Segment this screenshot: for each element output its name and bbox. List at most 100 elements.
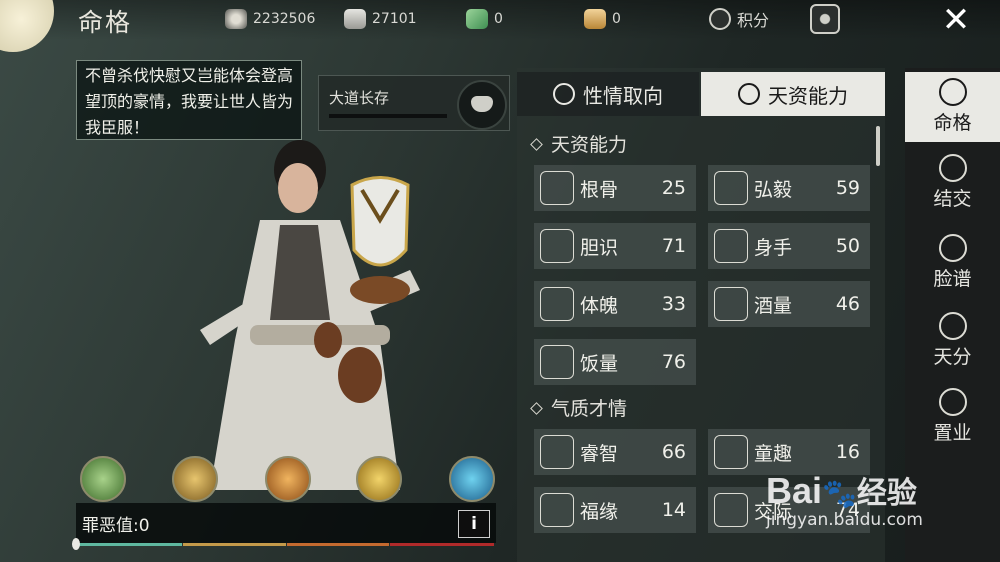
moon-decoration [0, 0, 54, 52]
resource-coins-value: 2232506 [253, 11, 316, 27]
section-title-temperament: 气质才情 [530, 394, 627, 421]
crescent-icon [540, 493, 574, 527]
attribute-value: 66 [661, 441, 686, 463]
attribute-value: 14 [661, 499, 686, 521]
sin-bar-segment-2 [183, 543, 286, 546]
attribute-name: 胆识 [580, 236, 619, 259]
attribute-card[interactable]: 胆识 71 [534, 223, 696, 269]
attribute-name: 体魄 [580, 294, 619, 317]
mask-icon [457, 80, 507, 130]
attribute-value: 33 [661, 293, 686, 315]
shield-icon [709, 8, 731, 30]
attribute-card[interactable]: 福缘 14 [534, 487, 696, 533]
demon-mask-icon [540, 229, 574, 263]
watermark-url: jingyan.baidu.com [766, 510, 923, 530]
attribute-name: 身手 [754, 236, 793, 259]
baidu-watermark: Bai🐾经验 jingyan.baidu.com [766, 468, 980, 544]
bone-icon [540, 171, 574, 205]
sidebar-item-label: 结交 [933, 188, 972, 210]
attribute-value: 71 [661, 235, 686, 257]
tab-temperament-label: 性情取向 [583, 83, 663, 108]
attribute-card[interactable]: 弘毅 59 [708, 165, 870, 211]
attribute-name: 弘毅 [754, 178, 793, 201]
diamond-icon [530, 402, 543, 415]
character-speech: 不曾杀伐快慰又岂能体会登高望顶的豪情，我要让世人皆为我臣服！ [76, 60, 302, 140]
tab-temperament[interactable]: 性情取向 [517, 72, 699, 116]
sin-label: 罪恶值:0 [82, 511, 150, 536]
watermark-brand2: 经验 [856, 477, 917, 510]
section-title-aptitude-text: 天资能力 [551, 134, 628, 156]
sin-label-text: 罪恶值: [82, 516, 139, 536]
steamed-bun-icon [540, 345, 574, 379]
green-ticket-icon [466, 9, 488, 29]
attribute-value: 25 [661, 177, 686, 199]
attribute-card[interactable]: 身手 50 [708, 223, 870, 269]
friendship-icon [938, 154, 967, 182]
attribute-card[interactable]: 睿智 66 [534, 429, 696, 475]
dao-progress-bar [329, 114, 447, 118]
resource-silver: 27101 [344, 8, 417, 30]
attribute-value: 46 [835, 293, 860, 315]
sidebar-item-property[interactable]: 置业 [905, 382, 1000, 452]
coin-reel-icon [225, 9, 247, 29]
sin-marker [72, 538, 80, 550]
crossed-swords-icon [714, 229, 748, 263]
bearded-man-icon [714, 171, 748, 205]
flame-icon [553, 83, 575, 105]
sidebar-item-label: 天分 [933, 346, 972, 368]
attribute-value: 50 [835, 235, 860, 257]
attribute-name: 根骨 [580, 178, 619, 201]
info-button[interactable]: i [458, 510, 490, 538]
destiny-icon [938, 78, 967, 106]
wine-jar-icon [714, 287, 748, 321]
attribute-value: 76 [661, 351, 686, 373]
sidebar-item-destiny[interactable]: 命格 [905, 72, 1000, 142]
section-title-aptitude: 天资能力 [530, 130, 627, 157]
dao-label: 大道长存 [329, 89, 390, 107]
sidebar-item-friendship[interactable]: 结交 [905, 148, 1000, 218]
sidebar-item-label: 脸谱 [933, 268, 972, 290]
resource-ticket: 0 [466, 8, 503, 30]
attribute-name: 饭量 [580, 352, 619, 375]
attribute-name: 酒量 [754, 294, 793, 317]
attribute-name: 福缘 [580, 500, 619, 523]
attribute-card[interactable]: 酒量 46 [708, 281, 870, 327]
sin-value: 0 [138, 516, 150, 536]
paw-icon: 🐾 [822, 478, 857, 509]
herb-skill-icon[interactable] [80, 456, 126, 502]
silver-ingot-icon [344, 9, 366, 29]
character-illustration [200, 140, 420, 490]
eye-skill-icon[interactable] [356, 456, 402, 502]
scroll-skill-icon[interactable] [265, 456, 311, 502]
sin-bar-segment-4 [390, 543, 494, 546]
child-icon [714, 435, 748, 469]
resource-silver-value: 27101 [372, 11, 417, 27]
sidebar-item-label: 命格 [933, 112, 972, 134]
handshake-icon [714, 493, 748, 527]
armor-skill-icon[interactable] [172, 456, 218, 502]
property-icon [938, 388, 967, 416]
attribute-card[interactable]: 饭量 76 [534, 339, 696, 385]
sin-value-bar: 罪恶值:0 i [76, 503, 496, 543]
attribute-value: 59 [835, 177, 860, 199]
attribute-card[interactable]: 根骨 25 [534, 165, 696, 211]
resource-gold: 0 [584, 8, 621, 30]
talent-icon [938, 312, 967, 340]
diamond-icon [530, 138, 543, 151]
close-button[interactable]: ✕ [930, 0, 982, 40]
section-title-temperament-text: 气质才情 [551, 398, 628, 420]
settings-gear-icon[interactable] [810, 4, 840, 34]
sidebar-item-label: 置业 [933, 422, 972, 444]
sin-bar-segment-1 [78, 543, 182, 546]
attribute-value: 16 [835, 441, 860, 463]
sprint-skill-icon[interactable] [449, 456, 495, 502]
sidebar-item-mask[interactable]: 脸谱 [905, 228, 1000, 298]
points-button[interactable]: 积分 [709, 8, 769, 30]
sidebar-item-talent[interactable]: 天分 [905, 306, 1000, 376]
tab-aptitude-label: 天资能力 [768, 83, 848, 108]
dao-widget[interactable]: 大道长存 [318, 75, 510, 131]
attribute-name: 睿智 [580, 442, 619, 465]
tab-aptitude[interactable]: 天资能力 [701, 72, 885, 116]
scrollbar[interactable] [876, 126, 880, 166]
attribute-card[interactable]: 体魄 33 [534, 281, 696, 327]
